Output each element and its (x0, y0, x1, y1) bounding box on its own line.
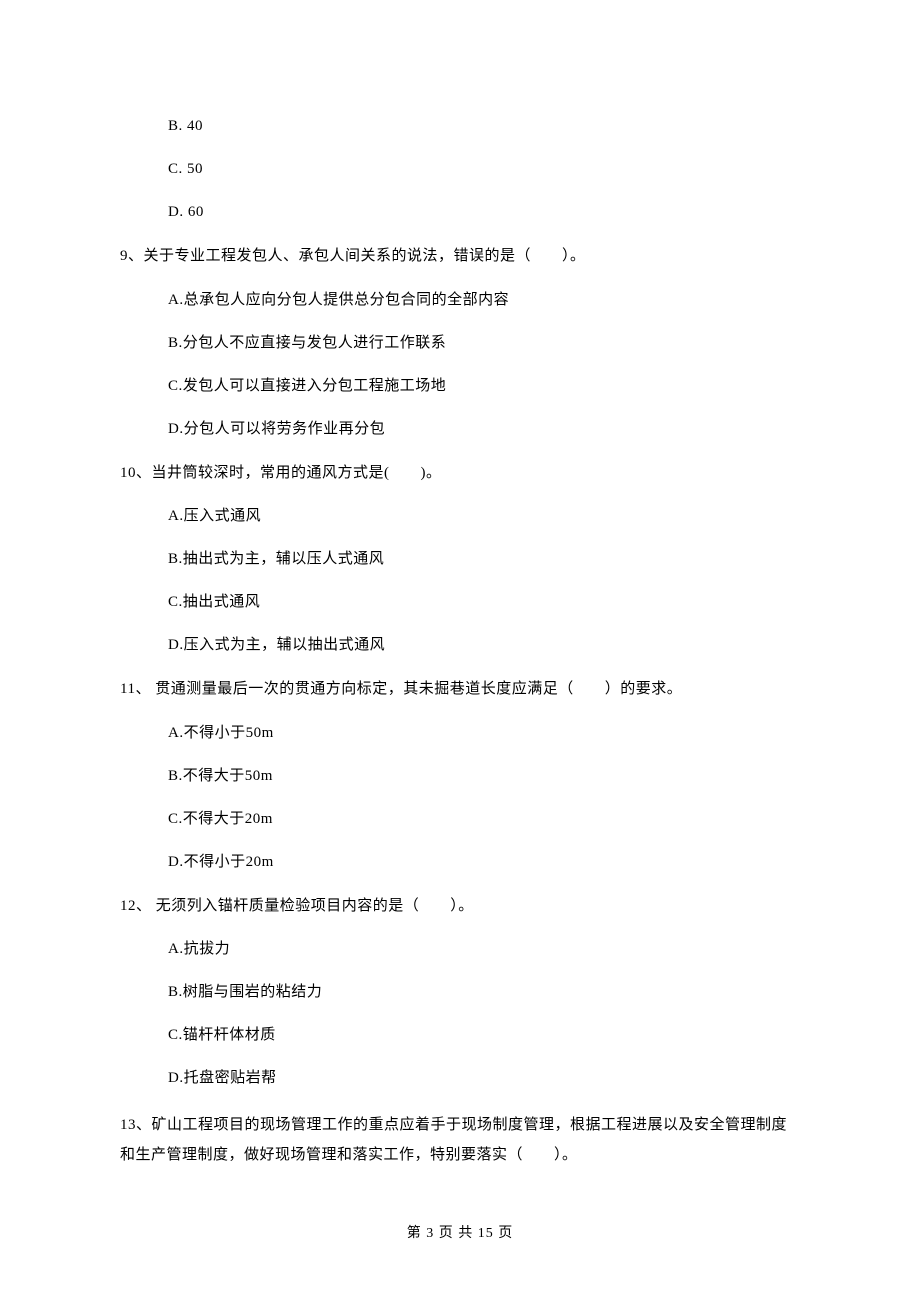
question-10-option-c: C.抽出式通风 (120, 591, 800, 614)
question-10-option-d: D.压入式为主，辅以抽出式通风 (120, 634, 800, 657)
question-10-stem: 10、当井筒较深时，常用的通风方式是( )。 (120, 461, 800, 485)
question-9-option-c: C.发包人可以直接进入分包工程施工场地 (120, 375, 800, 398)
question-13-stem: 13、矿山工程项目的现场管理工作的重点应着手于现场制度管理，根据工程进展以及安全… (120, 1110, 800, 1170)
question-9-option-b: B.分包人不应直接与发包人进行工作联系 (120, 332, 800, 355)
question-9-stem: 9、关于专业工程发包人、承包人间关系的说法，错误的是（ ）。 (120, 244, 800, 268)
question-11-option-d: D.不得小于20m (120, 851, 800, 874)
question-11-option-b: B.不得大于50m (120, 765, 800, 788)
question-10-option-b: B.抽出式为主，辅以压人式通风 (120, 548, 800, 571)
question-9-option-a: A.总承包人应向分包人提供总分包合同的全部内容 (120, 289, 800, 312)
question-11-option-a: A.不得小于50m (120, 722, 800, 745)
question-12-option-c: C.锚杆杆体材质 (120, 1024, 800, 1047)
option-d: D. 60 (120, 201, 800, 224)
question-12-option-d: D.托盘密贴岩帮 (120, 1067, 800, 1090)
question-12-option-b: B.树脂与围岩的粘结力 (120, 981, 800, 1004)
question-11-option-c: C.不得大于20m (120, 808, 800, 831)
question-10-option-a: A.压入式通风 (120, 505, 800, 528)
question-12-option-a: A.抗拔力 (120, 938, 800, 961)
question-11-stem: 11、 贯通测量最后一次的贯通方向标定，其未掘巷道长度应满足（ ）的要求。 (120, 677, 800, 701)
option-b: B. 40 (120, 115, 800, 138)
question-12-stem: 12、 无须列入锚杆质量检验项目内容的是（ ）。 (120, 894, 800, 918)
page-footer: 第 3 页 共 15 页 (0, 1222, 920, 1242)
option-c: C. 50 (120, 158, 800, 181)
question-9-option-d: D.分包人可以将劳务作业再分包 (120, 418, 800, 441)
